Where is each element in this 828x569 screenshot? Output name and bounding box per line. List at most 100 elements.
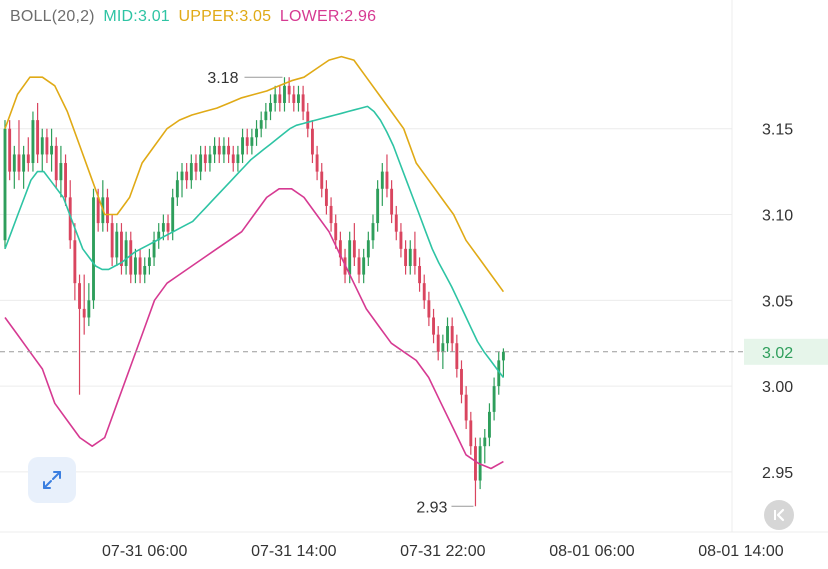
reset-button[interactable]	[764, 500, 794, 530]
candle-body	[487, 411, 491, 438]
candle-body	[483, 437, 487, 447]
y-tick-label: 3.00	[762, 379, 793, 396]
candle-body	[474, 446, 477, 481]
candle-body	[255, 128, 258, 138]
y-tick-label: 3.05	[762, 293, 793, 310]
candle-body	[31, 120, 35, 164]
candle-body	[245, 137, 249, 146]
candle-body	[203, 154, 207, 164]
y-tick-label: 3.10	[762, 208, 793, 225]
candle-body	[236, 154, 240, 164]
candle-body	[348, 240, 352, 275]
candle-body	[273, 94, 277, 103]
candle-body	[310, 128, 314, 155]
candle-body	[362, 257, 366, 275]
candle-body	[64, 163, 67, 198]
candle-body	[436, 334, 440, 352]
expand-button[interactable]	[28, 457, 76, 503]
candle-body	[124, 240, 128, 266]
candle-body	[138, 257, 142, 275]
candle-body	[40, 137, 44, 155]
legend-mid: MID:3.01	[103, 8, 170, 25]
candle-body	[82, 308, 86, 318]
candle-body	[292, 94, 296, 103]
candle-body	[422, 283, 426, 301]
candle-body	[8, 128, 12, 172]
y-tick-label: 3.15	[762, 122, 793, 139]
candle-body	[147, 257, 151, 266]
candle-body	[129, 240, 133, 275]
candle-body	[464, 394, 468, 421]
legend-upper: UPPER:3.05	[178, 8, 272, 25]
candle-body	[460, 368, 463, 395]
x-tick-label: 07-31 22:00	[400, 543, 486, 560]
candle-body	[287, 85, 291, 95]
candle-body	[45, 137, 49, 155]
candle-body	[278, 94, 282, 103]
candle-body	[450, 326, 454, 344]
candle-body	[306, 111, 310, 129]
candle-body	[334, 223, 338, 241]
candle-body	[352, 240, 356, 258]
candle-body	[329, 205, 333, 224]
candle-body	[446, 326, 449, 344]
candle-body	[376, 188, 380, 224]
candle-body	[269, 102, 272, 112]
candle-body	[12, 154, 16, 172]
candle-body	[469, 420, 473, 447]
legend-lower: LOWER:2.96	[279, 8, 377, 25]
candle-body	[357, 257, 361, 275]
candle-body	[241, 137, 245, 155]
candle-body	[106, 197, 109, 224]
x-tick-label: 08-01 06:00	[549, 543, 635, 560]
candle-body	[222, 145, 226, 155]
candle-body	[161, 223, 165, 232]
candle-body	[231, 154, 235, 164]
chart-area: 3.15 3.10 3.05 3.00 2.95 07-31 06:00 07-31 14:…	[0, 0, 828, 564]
candle-body	[441, 343, 445, 352]
candle-body	[92, 197, 95, 301]
candle-body	[54, 145, 58, 181]
x-tick-label: 07-31 14:00	[251, 543, 337, 560]
candle-body	[213, 145, 217, 155]
candle-body	[3, 128, 7, 241]
low-annotation: 2.93	[416, 499, 447, 516]
candle-body	[194, 163, 198, 172]
candle-body	[408, 248, 412, 266]
legend-indicator: BOLL(20,2)	[10, 8, 95, 25]
candle-body	[227, 145, 231, 155]
boll-legend: BOLL(20,2) MID:3.01 UPPER:3.05 LOWER:2.9…	[10, 8, 380, 26]
candle-body	[166, 223, 170, 232]
candle-body	[320, 171, 324, 189]
candle-body	[455, 343, 459, 369]
candle-body	[366, 240, 370, 258]
candle-body	[492, 386, 496, 412]
candle-body	[87, 300, 91, 318]
candle-body	[26, 154, 30, 164]
candle-body	[17, 154, 21, 172]
high-annotation: 3.18	[207, 70, 238, 87]
candle-body	[413, 248, 417, 266]
candle-body	[133, 257, 137, 275]
candle-body	[432, 317, 435, 335]
candle-body	[50, 145, 54, 155]
x-tick-label: 08-01 14:00	[698, 543, 784, 560]
y-tick-label: 2.95	[762, 465, 793, 482]
chevron-left-bar-icon	[774, 508, 785, 522]
candle-body	[208, 154, 212, 164]
candle-body	[427, 300, 431, 318]
boll-upper-line	[4, 55, 505, 293]
candle-body	[418, 266, 422, 284]
candle-body	[73, 240, 77, 284]
candle-body	[404, 248, 408, 266]
expand-arrows-icon	[43, 471, 61, 489]
last-price-label: 3.02	[762, 345, 793, 362]
candle-body	[175, 180, 179, 198]
candle-body	[115, 231, 119, 258]
candle-body	[143, 266, 147, 275]
candle-body	[380, 171, 384, 189]
candle-body	[259, 120, 263, 129]
candle-body	[390, 188, 394, 215]
candle-body	[171, 197, 175, 232]
candle-body	[264, 111, 268, 121]
